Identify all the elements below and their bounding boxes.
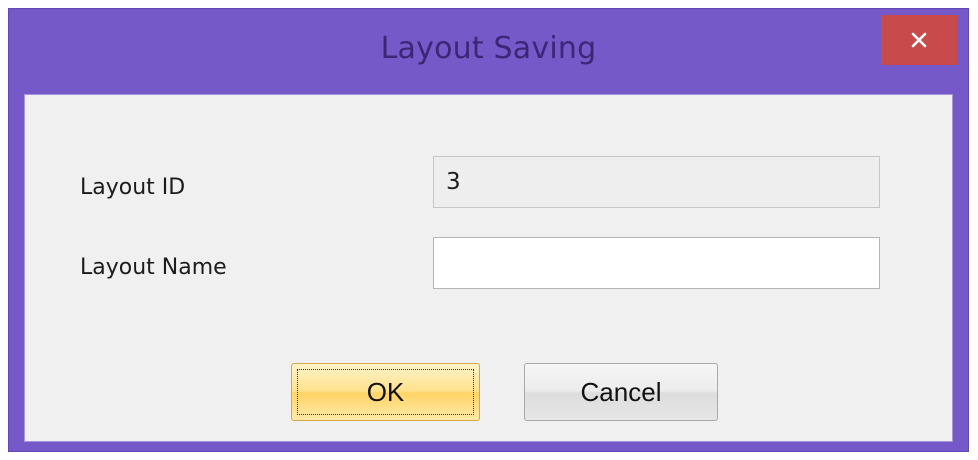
layout-name-label: Layout Name xyxy=(80,255,227,280)
cancel-button[interactable]: Cancel xyxy=(524,363,718,421)
close-icon xyxy=(911,32,927,48)
title-bar[interactable]: Layout Saving xyxy=(9,9,968,93)
layout-name-field[interactable] xyxy=(433,237,880,289)
close-button[interactable] xyxy=(881,15,957,65)
dialog-body: Layout ID Layout Name OK Cancel xyxy=(24,94,953,442)
ok-button[interactable]: OK xyxy=(291,363,480,421)
layout-id-label: Layout ID xyxy=(80,175,186,200)
dialog-window: Layout Saving Layout ID Layout Name OK C… xyxy=(8,8,969,452)
dialog-title: Layout Saving xyxy=(380,31,597,66)
cancel-button-label: Cancel xyxy=(580,376,662,407)
layout-id-field[interactable] xyxy=(433,156,880,208)
ok-button-label: OK xyxy=(366,376,405,407)
